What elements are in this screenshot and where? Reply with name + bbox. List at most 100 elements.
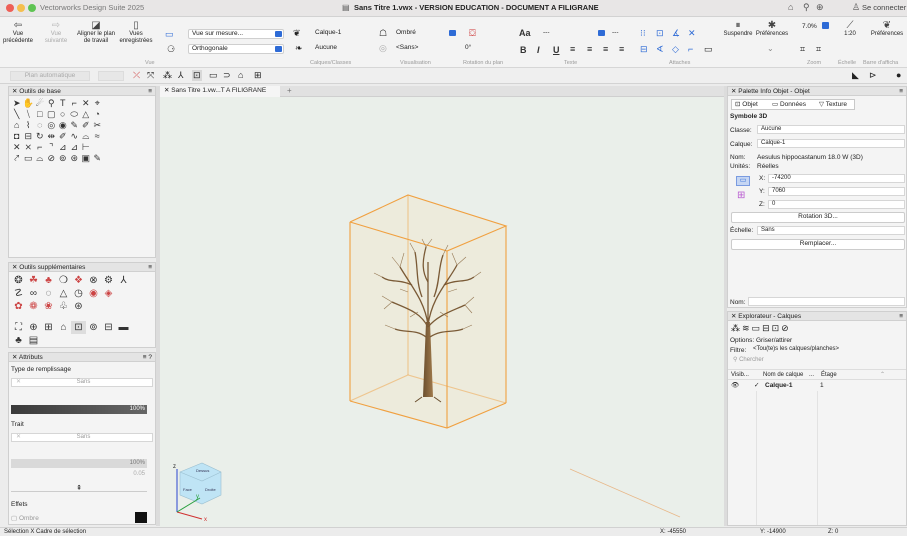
chamfer-tool-icon[interactable]: ≈ bbox=[92, 131, 104, 142]
saved-views-button[interactable]: ▯ Vues enregistrées bbox=[118, 20, 154, 45]
fit-tool-icon[interactable]: ⊿ bbox=[69, 142, 81, 153]
replace-button[interactable]: Remplacer... bbox=[731, 239, 905, 250]
mode-grid-icon[interactable]: ⊞ bbox=[254, 70, 262, 81]
tool-9-icon[interactable] bbox=[103, 98, 115, 109]
sup-tool-4-icon[interactable]: ❍ bbox=[56, 274, 71, 287]
add-tab-button[interactable]: + bbox=[287, 86, 292, 95]
tab-objet[interactable]: ⊡ Objet bbox=[735, 100, 758, 109]
reshape-tool-icon[interactable]: ✐ bbox=[57, 131, 69, 142]
sup-tool-21-icon[interactable]: ⛶ bbox=[11, 321, 26, 334]
sup-tool-7-icon[interactable]: ⚙ bbox=[101, 274, 116, 287]
sup-tool-9-icon[interactable]: ☡ bbox=[11, 287, 26, 300]
nom-field[interactable] bbox=[748, 297, 905, 306]
document-tab[interactable]: ✕ Sans Titre 1.vw...T A FILIGRANE bbox=[160, 86, 280, 97]
trim-tool-icon[interactable]: ⨯ bbox=[23, 142, 35, 153]
snap-smart-icon[interactable]: ◇ bbox=[672, 44, 679, 55]
align-plane-button[interactable]: ◪ Aligner le plan de travail bbox=[74, 20, 118, 45]
rotate-tool-icon[interactable]: ↻ bbox=[34, 131, 46, 142]
dimension-tool-icon[interactable]: ✕ bbox=[80, 98, 92, 109]
drawing-area[interactable]: Dessus Face Droite z x y bbox=[160, 97, 724, 527]
tab-texture[interactable]: ▽ Texture bbox=[819, 100, 847, 109]
help-icon[interactable]: ≡ ? bbox=[143, 353, 152, 362]
menu-icon[interactable]: ≡ bbox=[899, 87, 903, 96]
col-layer-name[interactable]: Nom de calque bbox=[763, 370, 803, 380]
workplane-icon[interactable]: ⊳ bbox=[869, 70, 877, 81]
col-visibility[interactable]: Visib... bbox=[731, 370, 749, 380]
clip-tool-icon[interactable]: ⌐ bbox=[34, 142, 46, 153]
mode-select-icon[interactable]: ⤫ bbox=[133, 70, 140, 81]
pan-tool-icon[interactable]: ✋ bbox=[23, 98, 35, 109]
connect-link[interactable]: Se connecter bbox=[862, 3, 906, 12]
sup-tool-17-icon[interactable]: ❁ bbox=[26, 300, 41, 313]
eyedropper-tool-icon[interactable]: ✎ bbox=[69, 120, 81, 131]
snapping-icon[interactable]: ● bbox=[896, 70, 901, 80]
sup-tool-18-icon[interactable]: ❀ bbox=[41, 300, 56, 313]
fit-to-objects-icon[interactable]: ⌗ bbox=[816, 44, 821, 55]
class-dropdown[interactable]: Aucune bbox=[312, 44, 372, 54]
polyline-tool-icon[interactable]: ⌇ bbox=[23, 120, 35, 131]
preferences-button[interactable]: ✱ Préférences bbox=[754, 20, 790, 38]
mode-multi-icon[interactable]: ⁂ bbox=[163, 70, 172, 81]
layer-stack-icon[interactable]: ≋ bbox=[742, 323, 752, 333]
sup-tool-29-icon[interactable]: ♣ bbox=[11, 334, 26, 347]
shadow-checkbox[interactable]: ▢ Ombre bbox=[11, 514, 39, 522]
position-anchor-icon[interactable]: ▭ bbox=[736, 176, 750, 186]
tab-donnees[interactable]: ▭ Données bbox=[772, 100, 806, 109]
sup-tool-8-icon[interactable]: ⅄ bbox=[116, 274, 131, 287]
render-style-dropdown[interactable]: <Sans> bbox=[393, 44, 457, 54]
mode-rect-icon[interactable]: ▭ bbox=[209, 70, 218, 81]
auto-plane-button[interactable]: Plan automatique bbox=[10, 71, 90, 81]
mode-lasso-icon[interactable]: ⊃ bbox=[223, 70, 231, 81]
line-tool-icon[interactable]: ╲ bbox=[11, 109, 23, 120]
attribute-tool-icon[interactable]: ✂ bbox=[92, 120, 104, 131]
sup-tool-6-icon[interactable]: ⊗ bbox=[86, 274, 101, 287]
left-splitter[interactable] bbox=[156, 86, 160, 526]
freehand-tool-icon[interactable]: ◉ bbox=[57, 120, 69, 131]
snap-tangent-icon[interactable]: ∢ bbox=[656, 44, 664, 55]
tool-11-icon[interactable] bbox=[126, 98, 138, 109]
snap-angle-icon[interactable]: ∡ bbox=[672, 28, 680, 39]
arc-tool-icon[interactable]: ◔ bbox=[92, 109, 104, 120]
sup-tool-20-icon[interactable]: ⊛ bbox=[71, 300, 86, 313]
fit-to-window-icon[interactable]: ⌗ bbox=[800, 44, 805, 55]
filter-dropdown[interactable]: <Tou(te)s les calques/planches> bbox=[750, 346, 905, 355]
underline-button[interactable]: U bbox=[553, 45, 560, 55]
italic-button[interactable]: I bbox=[537, 45, 540, 55]
zoom-value[interactable]: 7.0% bbox=[802, 23, 817, 30]
sup-tool-2-icon[interactable]: ☘ bbox=[26, 274, 41, 287]
mirror-tool-icon[interactable]: ◘ bbox=[11, 131, 23, 142]
flyover-tool-icon[interactable]: ☄ bbox=[34, 98, 46, 109]
close-window-button[interactable] bbox=[6, 4, 14, 12]
tool-12-icon[interactable] bbox=[138, 98, 150, 109]
text-tool-icon[interactable]: T bbox=[57, 98, 69, 109]
sort-up-icon[interactable]: ⌃ bbox=[880, 370, 885, 380]
align-left-icon[interactable]: ≡ bbox=[570, 44, 575, 54]
snap-grid-icon[interactable]: ⁝⁝ bbox=[640, 28, 646, 39]
origin-icon[interactable]: ⊞ bbox=[737, 190, 745, 201]
menu-icon[interactable]: ≡ bbox=[899, 312, 903, 321]
sup-tool-14-icon[interactable]: ◉ bbox=[86, 287, 101, 300]
menu-icon[interactable]: ≡ bbox=[148, 263, 152, 272]
sup-tool-13-icon[interactable]: ◷ bbox=[71, 287, 86, 300]
spiral2-tool-icon[interactable]: ◎ bbox=[46, 120, 58, 131]
oval-tool-icon[interactable]: ⬭ bbox=[69, 109, 81, 120]
sup-tool-30-icon[interactable]: ▤ bbox=[26, 334, 41, 347]
sup-tool-5-icon[interactable]: ❖ bbox=[71, 274, 86, 287]
sup-tool-11-icon[interactable]: ◌ bbox=[41, 287, 56, 300]
font-size-dropdown[interactable]: --- bbox=[609, 29, 631, 39]
zoom-window-button[interactable] bbox=[28, 4, 36, 12]
sup-tool-1-icon[interactable]: ❂ bbox=[11, 274, 26, 287]
sup-tool-10-icon[interactable]: ∞ bbox=[26, 287, 41, 300]
sup-tool-23-icon[interactable]: ⊞ bbox=[41, 321, 56, 334]
sup-tool-3-icon[interactable]: ♣ bbox=[41, 274, 56, 287]
search-icon[interactable]: ⚲ bbox=[803, 2, 810, 13]
suspend-button[interactable]: ⏸ Suspendre bbox=[722, 20, 754, 38]
menu-icon[interactable]: ≡ bbox=[148, 87, 152, 96]
triangle-tool-icon[interactable]: △ bbox=[80, 109, 92, 120]
stroke-thickness-value[interactable]: 0.05 bbox=[11, 471, 147, 479]
cloud-tool-icon[interactable]: ⌓ bbox=[34, 153, 46, 164]
zoom-stepper[interactable] bbox=[822, 22, 829, 29]
snap-edge-icon[interactable]: ⌐ bbox=[688, 44, 693, 54]
scale-button[interactable]: ⟋ 1:20 bbox=[838, 20, 862, 38]
x-field[interactable]: -74200 bbox=[768, 174, 905, 183]
